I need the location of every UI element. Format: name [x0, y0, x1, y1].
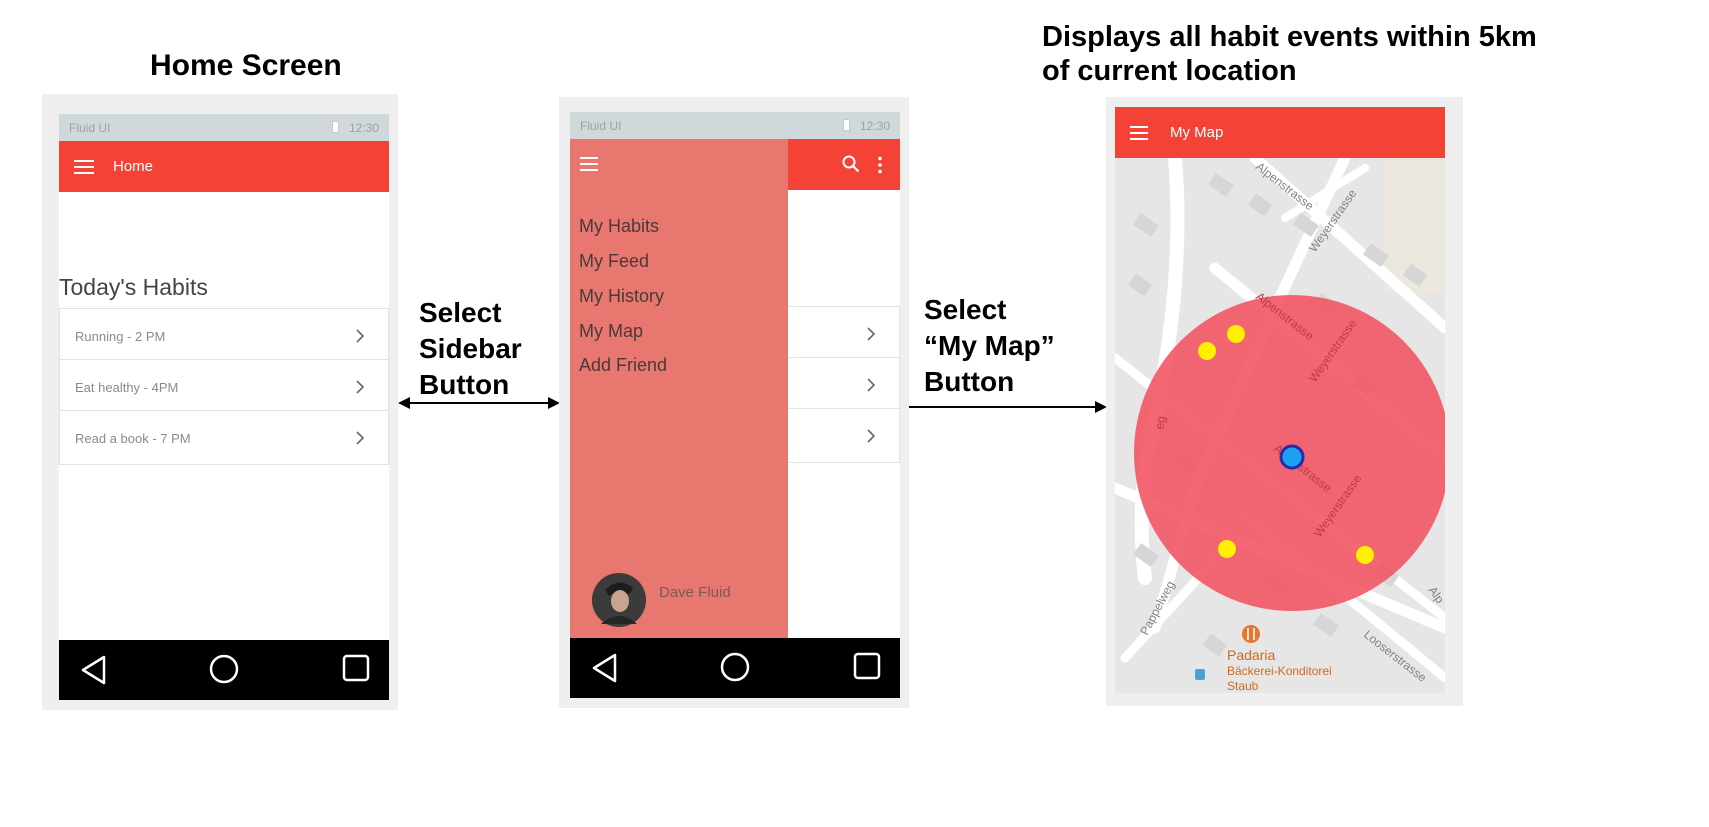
- arrow-label-line: Sidebar: [419, 333, 522, 364]
- carrier-label: Fluid UI: [580, 119, 622, 133]
- menu-icon[interactable]: [1130, 126, 1150, 140]
- habit-item[interactable]: Eat healthy - 4PM: [59, 359, 389, 414]
- status-bar: Fluid UI 12:30: [59, 114, 389, 141]
- habit-label: Running - 2 PM: [75, 329, 166, 344]
- map-caption: Displays all habit events within 5km of …: [1042, 20, 1537, 88]
- arrow-label-line: “My Map”: [924, 330, 1055, 361]
- section-title: Today's Habits: [59, 274, 208, 300]
- nav-drawer: My Habits My Feed My History My Map Add …: [570, 139, 788, 643]
- app-bar: Home: [59, 141, 389, 192]
- chevron-right-icon: [867, 378, 876, 392]
- home-screen-title: Home Screen: [150, 49, 342, 82]
- chevron-right-icon: [867, 327, 876, 341]
- habit-event-marker[interactable]: [1227, 325, 1245, 343]
- battery-icon: [843, 119, 850, 131]
- arrow-label-line: Select: [924, 294, 1007, 325]
- chevron-right-icon: [867, 429, 876, 443]
- drawer-item-my-map[interactable]: My Map: [579, 321, 643, 342]
- back-icon[interactable]: [79, 653, 109, 687]
- more-vert-icon[interactable]: [876, 156, 884, 174]
- home-icon[interactable]: [719, 651, 751, 683]
- arrow-label-my-map: Select “My Map” Button: [924, 292, 1055, 400]
- map-phone: Alpenstrasse Weyerstrasse Alpenstrasse W…: [1115, 107, 1445, 693]
- map-view[interactable]: Alpenstrasse Weyerstrasse Alpenstrasse W…: [1115, 158, 1445, 693]
- status-bar: Fluid UI 12:30: [570, 112, 900, 139]
- habit-label: Eat healthy - 4PM: [75, 380, 179, 395]
- habit-event-marker[interactable]: [1198, 342, 1216, 360]
- map-caption-line: of current location: [1042, 55, 1297, 87]
- chevron-right-icon: [356, 329, 365, 343]
- map-caption-line: Displays all habit events within 5km: [1042, 21, 1537, 53]
- bus-stop-icon: [1195, 669, 1205, 680]
- habit-event-marker[interactable]: [1218, 540, 1236, 558]
- search-icon[interactable]: [842, 155, 860, 173]
- poi-subtitle: Bäckerei-Konditorei: [1227, 664, 1332, 678]
- user-name: Dave Fluid: [659, 584, 731, 601]
- poi-subtitle: Staub: [1227, 679, 1259, 693]
- carrier-label: Fluid UI: [69, 121, 111, 135]
- double-arrow: [398, 397, 560, 409]
- poi-name: Padaria: [1227, 647, 1275, 663]
- home-icon[interactable]: [208, 653, 240, 685]
- battery-icon: [332, 121, 339, 133]
- chevron-right-icon: [356, 380, 365, 394]
- home-phone: Fluid UI 12:30 Home Today's Habits Runni…: [59, 114, 389, 700]
- system-nav-bar: [59, 640, 389, 700]
- recents-icon[interactable]: [341, 653, 371, 683]
- street-label: eg: [1152, 415, 1168, 431]
- clock-label: 12:30: [348, 121, 379, 135]
- arrow-label-line: Button: [924, 366, 1015, 397]
- drawer-item-add-friend[interactable]: Add Friend: [579, 355, 667, 376]
- arrow-label-line: Select: [419, 297, 502, 328]
- arrow-label-sidebar: Select Sidebar Button: [419, 295, 522, 403]
- drawer-item-my-feed[interactable]: My Feed: [579, 251, 649, 272]
- drawer-item-my-history[interactable]: My History: [579, 286, 664, 307]
- drawer-phone: Fluid UI 12:30 My Habits My Feed My Hist…: [570, 112, 900, 698]
- avatar[interactable]: [591, 572, 647, 628]
- app-bar-title: My Map: [1170, 124, 1224, 141]
- habit-label: Read a book - 7 PM: [75, 431, 191, 446]
- forward-arrow: [909, 401, 1107, 413]
- habit-item[interactable]: Read a book - 7 PM: [59, 410, 389, 465]
- chevron-right-icon: [356, 431, 365, 445]
- recents-icon[interactable]: [852, 651, 882, 681]
- menu-icon[interactable]: [580, 157, 600, 171]
- system-nav-bar: [570, 638, 900, 698]
- restaurant-icon[interactable]: [1242, 625, 1260, 643]
- app-bar-title: Home: [113, 158, 154, 175]
- habit-event-marker[interactable]: [1356, 546, 1374, 564]
- clock-label: 12:30: [859, 119, 890, 133]
- app-bar: My Map: [1115, 107, 1445, 158]
- menu-icon[interactable]: [74, 160, 94, 174]
- habit-item[interactable]: Running - 2 PM: [59, 308, 389, 363]
- current-location-marker: [1279, 444, 1305, 470]
- back-icon[interactable]: [590, 651, 620, 685]
- drawer-item-my-habits[interactable]: My Habits: [579, 216, 659, 237]
